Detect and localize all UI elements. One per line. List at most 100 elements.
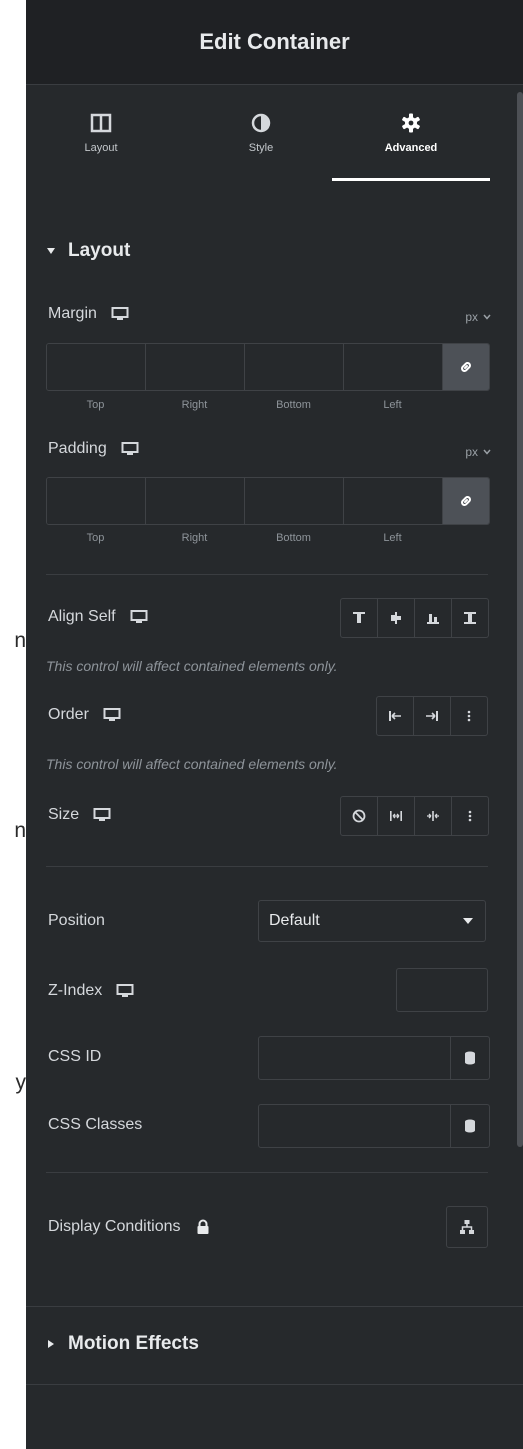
next-collapsed-section bbox=[26, 1384, 523, 1449]
dim-label-right: Right bbox=[181, 399, 208, 411]
padding-label: Padding bbox=[48, 440, 107, 457]
desktop-icon[interactable] bbox=[103, 708, 121, 722]
divider bbox=[46, 1172, 488, 1173]
size-options bbox=[340, 796, 489, 836]
margin-unit-selector[interactable]: px bbox=[465, 310, 491, 324]
position-value: Default bbox=[269, 912, 320, 929]
size-none-button[interactable] bbox=[341, 797, 378, 835]
edge-text-fragment: n bbox=[14, 819, 26, 842]
divider bbox=[46, 574, 488, 575]
desktop-icon[interactable] bbox=[116, 984, 134, 998]
dim-label-bottom: Bottom bbox=[276, 399, 311, 411]
padding-link-button[interactable] bbox=[443, 478, 489, 524]
css-id-dynamic-tags-button[interactable] bbox=[450, 1037, 489, 1079]
chevron-down-icon bbox=[483, 449, 491, 455]
css-id-input[interactable] bbox=[259, 1037, 450, 1079]
dim-label-right: Right bbox=[181, 532, 208, 544]
padding-bottom-input[interactable] bbox=[245, 478, 344, 524]
order-options bbox=[376, 696, 488, 736]
margin-label: Margin bbox=[48, 305, 97, 322]
order-start-button[interactable] bbox=[377, 697, 414, 735]
display-conditions-button[interactable] bbox=[446, 1206, 488, 1248]
desktop-icon[interactable] bbox=[121, 442, 139, 456]
margin-left-input[interactable] bbox=[344, 344, 443, 390]
size-label: Size bbox=[48, 806, 80, 823]
display-conditions-label: Display Conditions bbox=[48, 1218, 181, 1235]
margin-bottom-input[interactable] bbox=[245, 344, 344, 390]
divider bbox=[46, 866, 488, 867]
more-dots-icon bbox=[468, 810, 472, 822]
padding-left-input[interactable] bbox=[344, 478, 443, 524]
padding-unit-selector[interactable]: px bbox=[465, 445, 491, 459]
padding-right-input[interactable] bbox=[146, 478, 245, 524]
desktop-icon[interactable] bbox=[130, 610, 148, 624]
padding-label-row: Padding bbox=[48, 440, 139, 458]
align-end-button[interactable] bbox=[415, 599, 452, 637]
panel-title: Edit Container bbox=[199, 29, 350, 54]
size-custom-button[interactable] bbox=[452, 797, 488, 835]
align-end-icon bbox=[427, 614, 439, 624]
section-title-motion-effects: Motion Effects bbox=[68, 1333, 199, 1354]
desktop-icon[interactable] bbox=[111, 307, 129, 321]
size-shrink-button[interactable] bbox=[415, 797, 452, 835]
css-classes-input[interactable] bbox=[259, 1105, 450, 1147]
order-start-icon bbox=[389, 711, 401, 721]
grow-icon bbox=[390, 811, 402, 821]
margin-top-input[interactable] bbox=[47, 344, 146, 390]
tab-layout-label: Layout bbox=[84, 142, 118, 154]
lock-icon bbox=[197, 1219, 209, 1234]
order-end-icon bbox=[426, 711, 438, 721]
dim-label-top: Top bbox=[86, 532, 105, 544]
link-icon bbox=[461, 362, 471, 372]
order-end-button[interactable] bbox=[414, 697, 451, 735]
padding-top-input[interactable] bbox=[47, 478, 146, 524]
css-id-label: CSS ID bbox=[48, 1048, 102, 1065]
edit-container-panel: Edit Container Layout Style Advanced Lay… bbox=[26, 0, 523, 1449]
contrast-half-circle-icon bbox=[251, 113, 271, 133]
align-stretch-icon bbox=[464, 612, 476, 624]
padding-unit: px bbox=[465, 445, 478, 459]
margin-inputs bbox=[46, 343, 490, 391]
none-circle-icon bbox=[352, 809, 366, 823]
tab-advanced-label: Advanced bbox=[384, 142, 438, 154]
margin-link-button[interactable] bbox=[443, 344, 489, 390]
section-toggle-motion-effects[interactable]: Motion Effects bbox=[46, 1333, 199, 1355]
z-index-label: Z-Index bbox=[48, 982, 103, 999]
margin-right-input[interactable] bbox=[146, 344, 245, 390]
padding-inputs bbox=[46, 477, 490, 525]
position-select[interactable]: Default bbox=[258, 900, 486, 942]
align-self-note: This control will affect contained eleme… bbox=[46, 658, 338, 674]
align-self-label-row: Align Self bbox=[48, 608, 148, 626]
panel-scrollbar[interactable] bbox=[517, 92, 523, 1147]
tab-advanced[interactable]: Advanced bbox=[336, 85, 486, 181]
align-start-icon bbox=[353, 612, 365, 623]
position-label: Position bbox=[48, 912, 105, 929]
shrink-icon bbox=[427, 811, 439, 821]
tab-style[interactable]: Style bbox=[186, 85, 336, 181]
align-start-button[interactable] bbox=[341, 599, 378, 637]
margin-unit: px bbox=[465, 310, 478, 324]
css-classes-dynamic-tags-button[interactable] bbox=[450, 1105, 489, 1147]
z-index-input[interactable] bbox=[396, 968, 488, 1012]
tab-style-label: Style bbox=[248, 142, 274, 154]
section-toggle-layout[interactable]: Layout bbox=[46, 240, 130, 262]
align-self-options bbox=[340, 598, 489, 638]
order-custom-button[interactable] bbox=[451, 697, 487, 735]
align-center-button[interactable] bbox=[378, 599, 415, 637]
more-dots-icon bbox=[467, 710, 471, 722]
dim-label-top: Top bbox=[86, 399, 105, 411]
align-stretch-button[interactable] bbox=[452, 599, 488, 637]
link-icon bbox=[461, 496, 471, 506]
size-grow-button[interactable] bbox=[378, 797, 415, 835]
motion-effects-section: Motion Effects bbox=[26, 1306, 523, 1385]
display-conditions-label-row: Display Conditions bbox=[48, 1218, 211, 1236]
order-note: This control will affect contained eleme… bbox=[46, 756, 338, 772]
align-center-icon bbox=[391, 612, 401, 624]
sitemap-icon bbox=[460, 1220, 474, 1234]
z-index-label-row: Z-Index bbox=[48, 982, 134, 1000]
database-icon bbox=[465, 1119, 475, 1133]
tab-layout[interactable]: Layout bbox=[26, 85, 176, 181]
desktop-icon[interactable] bbox=[93, 808, 111, 822]
active-tab-indicator bbox=[332, 178, 490, 181]
caret-down-icon bbox=[463, 918, 473, 924]
